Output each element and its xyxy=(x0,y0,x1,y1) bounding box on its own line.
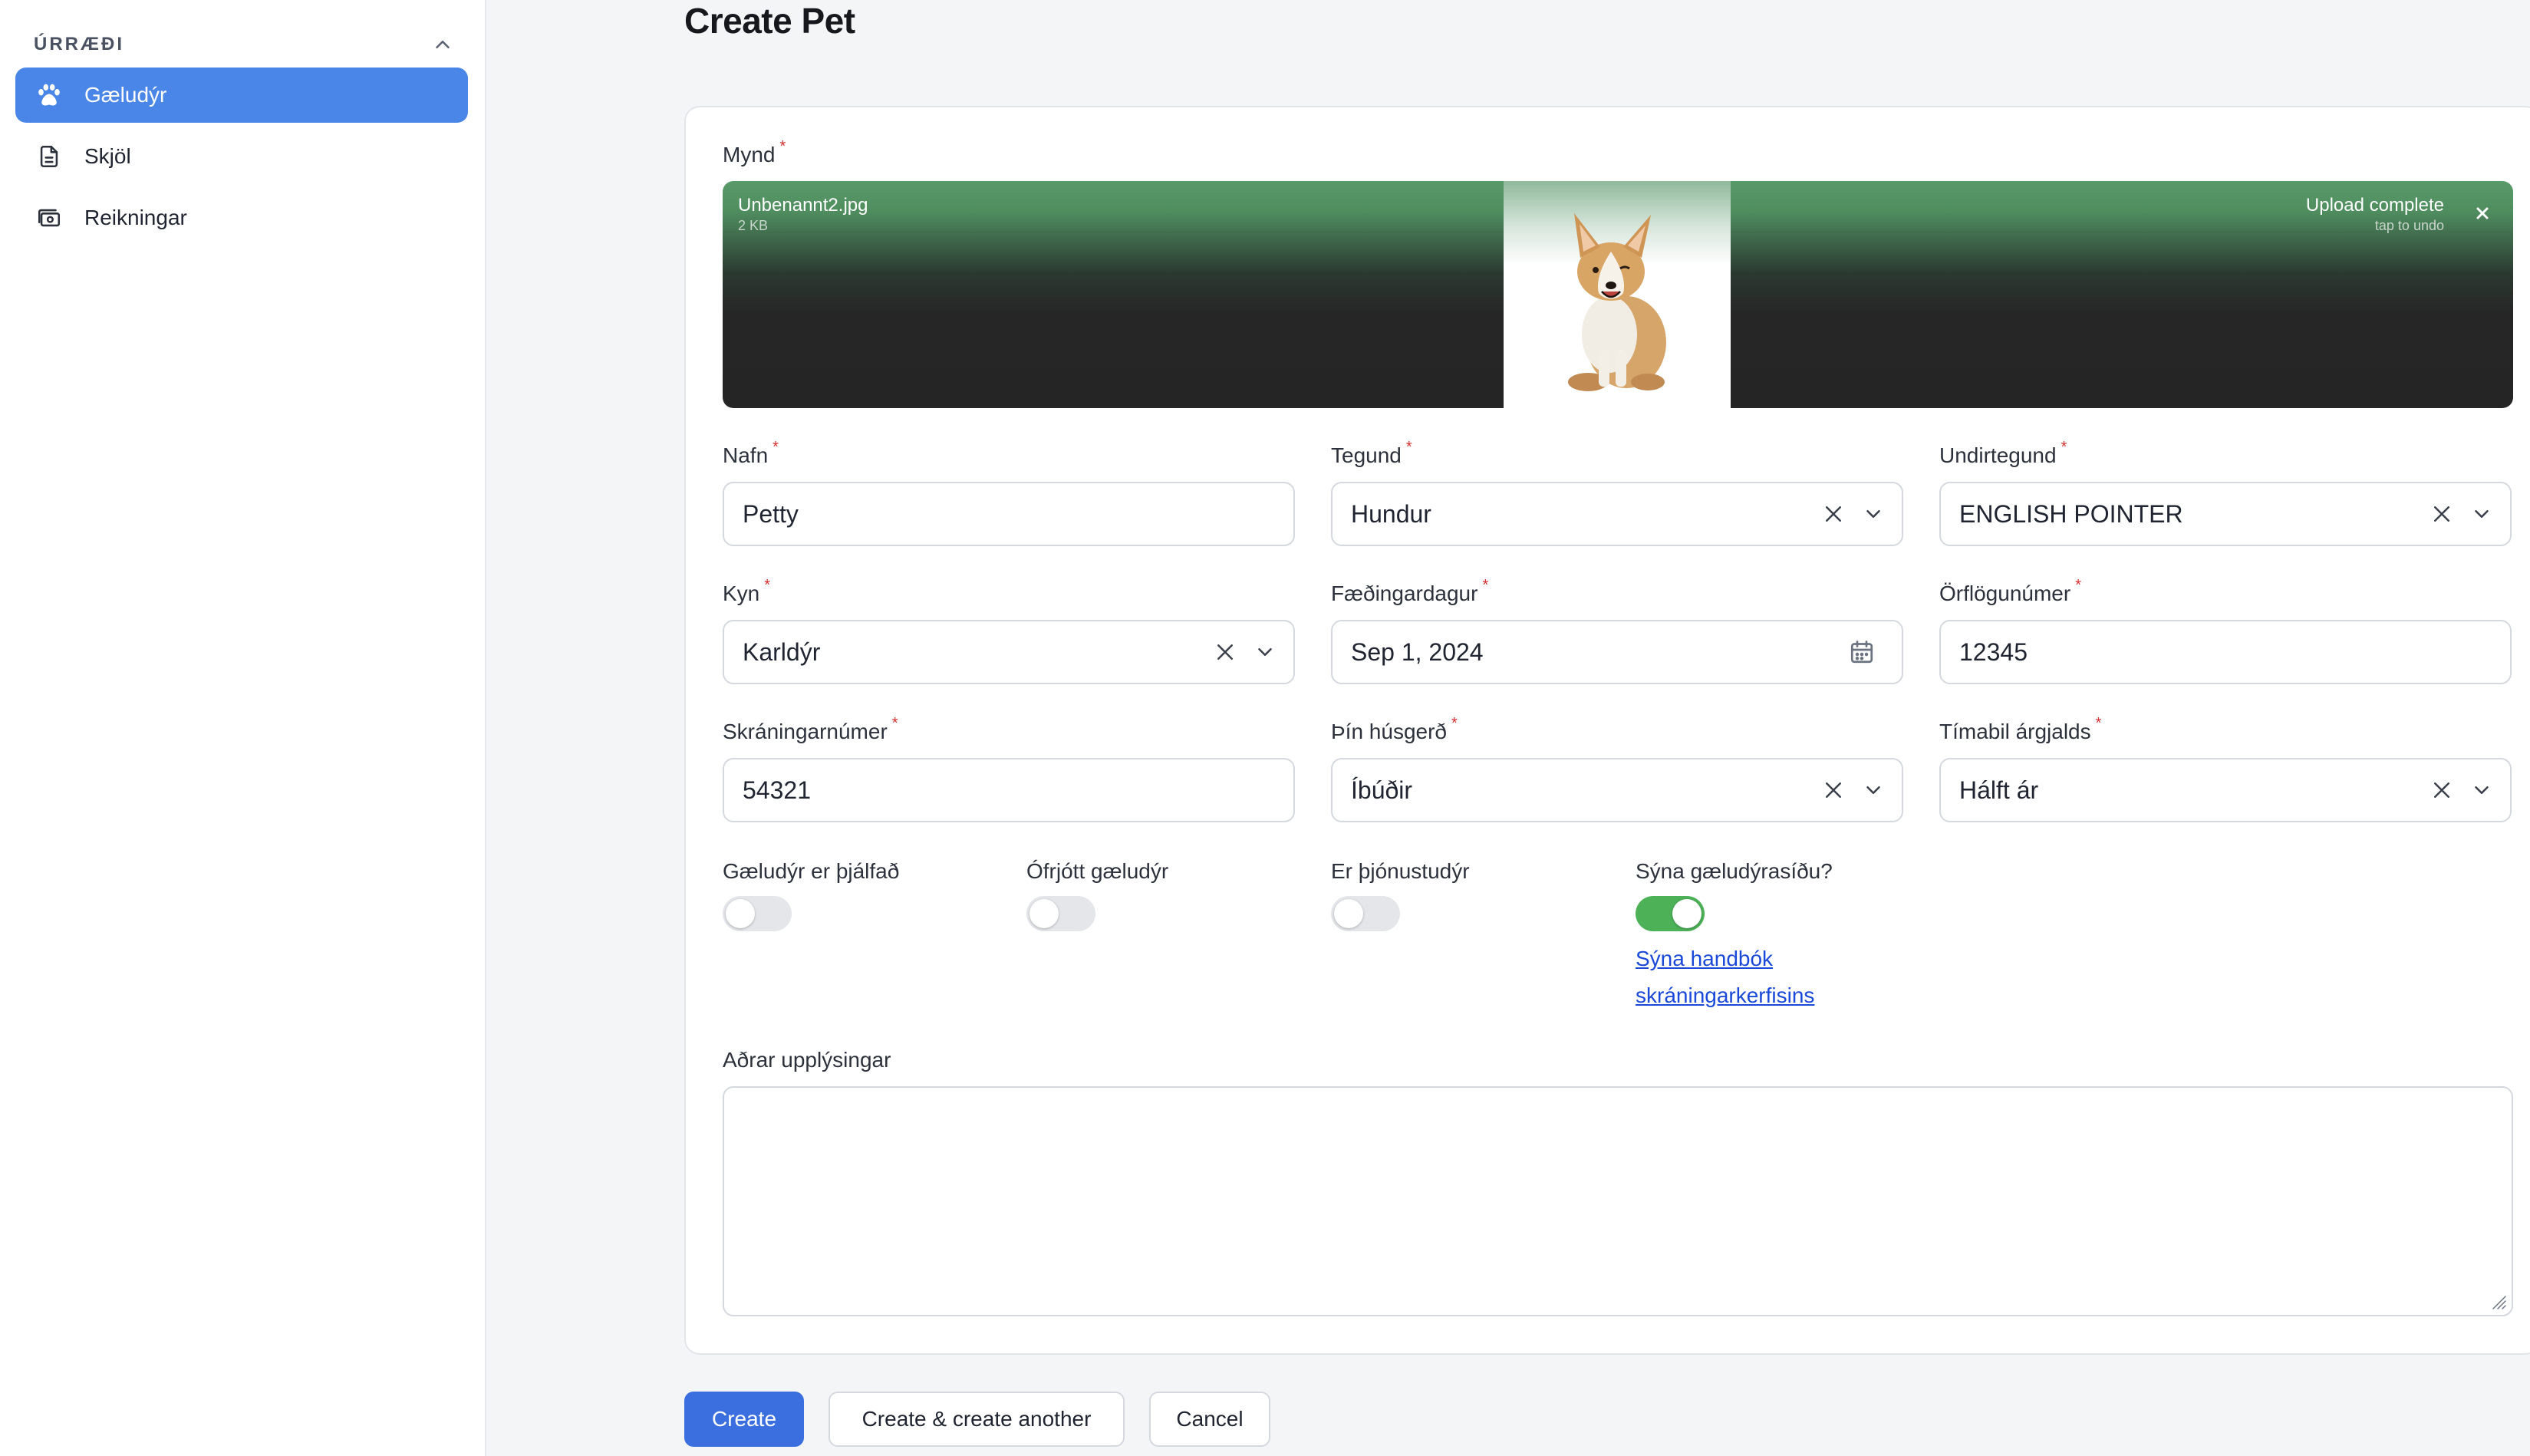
chip-number-input[interactable]: 12345 xyxy=(1939,620,2512,684)
clear-icon[interactable] xyxy=(1822,502,1845,525)
sidebar-item-label: Skjöl xyxy=(84,144,131,168)
toggle-knob xyxy=(1029,899,1059,928)
clear-icon[interactable] xyxy=(1214,641,1237,664)
close-icon[interactable] xyxy=(2473,204,2492,222)
chevron-down-icon[interactable] xyxy=(1862,779,1885,802)
other-info-textarea[interactable] xyxy=(723,1086,2513,1316)
image-label: Mynd * xyxy=(723,138,786,166)
species-select[interactable]: Hundur xyxy=(1331,482,1903,546)
registration-number-input[interactable]: 54321 xyxy=(723,758,1295,822)
sidebar-item-pets[interactable]: Gæludýr xyxy=(15,68,468,123)
service-animal-label: Er þjónustudýr xyxy=(1331,859,1470,883)
name-label: Nafn * xyxy=(723,439,779,467)
toggle-knob xyxy=(1334,899,1363,928)
trained-toggle[interactable] xyxy=(723,896,792,931)
paw-icon xyxy=(34,80,64,110)
breed-value: ENGLISH POINTER xyxy=(1959,499,2183,528)
clear-icon[interactable] xyxy=(2430,779,2453,802)
cancel-button[interactable]: Cancel xyxy=(1149,1392,1270,1447)
birthdate-label: Fæðingardagur * xyxy=(1331,577,1489,605)
sidebar-group-title: ÚRRÆÐI xyxy=(34,34,124,54)
cash-icon xyxy=(34,203,64,233)
sex-select[interactable]: Karldýr xyxy=(723,620,1295,684)
sidebar-item-invoices[interactable]: Reikningar xyxy=(15,190,468,245)
unneutered-toggle[interactable] xyxy=(1026,896,1095,931)
species-value: Hundur xyxy=(1351,499,1431,528)
trained-label: Gæludýr er þjálfað xyxy=(723,859,900,883)
page-title: Create Pet xyxy=(684,1,855,41)
upload-file-size: 2 KB xyxy=(738,218,769,233)
required-marker: * xyxy=(779,138,786,155)
calendar-icon[interactable] xyxy=(1848,638,1876,666)
manual-link[interactable]: Sýna handbók skráningarkerfisins xyxy=(1636,940,1814,1014)
chevron-up-icon[interactable] xyxy=(431,33,454,56)
registration-number-value: 54321 xyxy=(743,776,811,804)
upload-status: Upload complete xyxy=(2305,195,2444,216)
resize-handle-icon[interactable] xyxy=(2489,1292,2507,1310)
breed-label: Undirtegund * xyxy=(1939,439,2067,467)
sidebar-item-documents[interactable]: Skjöl xyxy=(15,129,468,184)
chevron-down-icon[interactable] xyxy=(2470,779,2493,802)
birthdate-value: Sep 1, 2024 xyxy=(1351,637,1484,666)
service-animal-toggle[interactable] xyxy=(1331,896,1400,931)
toggle-knob xyxy=(1672,899,1701,928)
registration-number-label: Skráningarnúmer * xyxy=(723,715,898,743)
chevron-down-icon[interactable] xyxy=(2470,502,2493,525)
create-button[interactable]: Create xyxy=(684,1392,804,1447)
chip-number-label: Örflögunúmer * xyxy=(1939,577,2081,605)
document-icon xyxy=(34,141,64,172)
species-label: Tegund * xyxy=(1331,439,1412,467)
pet-image-preview xyxy=(1504,181,1731,408)
chevron-down-icon[interactable] xyxy=(1862,502,1885,525)
sidebar-group-header[interactable]: ÚRRÆÐI xyxy=(34,29,454,60)
create-another-button[interactable]: Create & create another xyxy=(829,1392,1125,1447)
birthdate-picker[interactable]: Sep 1, 2024 xyxy=(1331,620,1903,684)
sidebar-item-label: Gæludýr xyxy=(84,83,167,107)
other-info-label: Aðrar upplýsingar xyxy=(723,1048,891,1072)
upload-file-name: Unbenannt2.jpg xyxy=(738,195,868,216)
toggle-knob xyxy=(726,899,755,928)
housing-label: Þín húsgerð * xyxy=(1331,715,1458,743)
app: ÚRRÆÐI Gæludýr Skjöl Reikningar Create P… xyxy=(0,0,2530,1456)
show-pet-page-label: Sýna gæludýrasíðu? xyxy=(1636,859,1833,883)
sex-label: Kyn * xyxy=(723,577,771,605)
fee-period-label: Tímabil árgjalds * xyxy=(1939,715,2102,743)
chip-number-value: 12345 xyxy=(1959,637,2028,666)
name-value: Petty xyxy=(743,499,799,528)
sex-value: Karldýr xyxy=(743,637,821,666)
housing-value: Íbúðir xyxy=(1351,776,1413,804)
housing-select[interactable]: Íbúðir xyxy=(1331,758,1903,822)
corgi-illustration xyxy=(1568,213,1666,391)
chevron-down-icon[interactable] xyxy=(1253,641,1277,664)
sidebar: ÚRRÆÐI Gæludýr Skjöl Reikningar xyxy=(0,0,486,1456)
fee-period-value: Hálft ár xyxy=(1959,776,2039,804)
sidebar-item-label: Reikningar xyxy=(84,206,187,229)
upload-undo-hint[interactable]: tap to undo xyxy=(2375,218,2444,234)
name-input[interactable]: Petty xyxy=(723,482,1295,546)
clear-icon[interactable] xyxy=(1822,779,1845,802)
unneutered-label: Ófrjótt gæludýr xyxy=(1026,859,1169,883)
fee-period-select[interactable]: Hálft ár xyxy=(1939,758,2512,822)
image-upload[interactable]: Unbenannt2.jpg 2 KB Upload complete tap … xyxy=(723,181,2513,408)
breed-select[interactable]: ENGLISH POINTER xyxy=(1939,482,2512,546)
show-pet-page-toggle[interactable] xyxy=(1636,896,1705,931)
clear-icon[interactable] xyxy=(2430,502,2453,525)
